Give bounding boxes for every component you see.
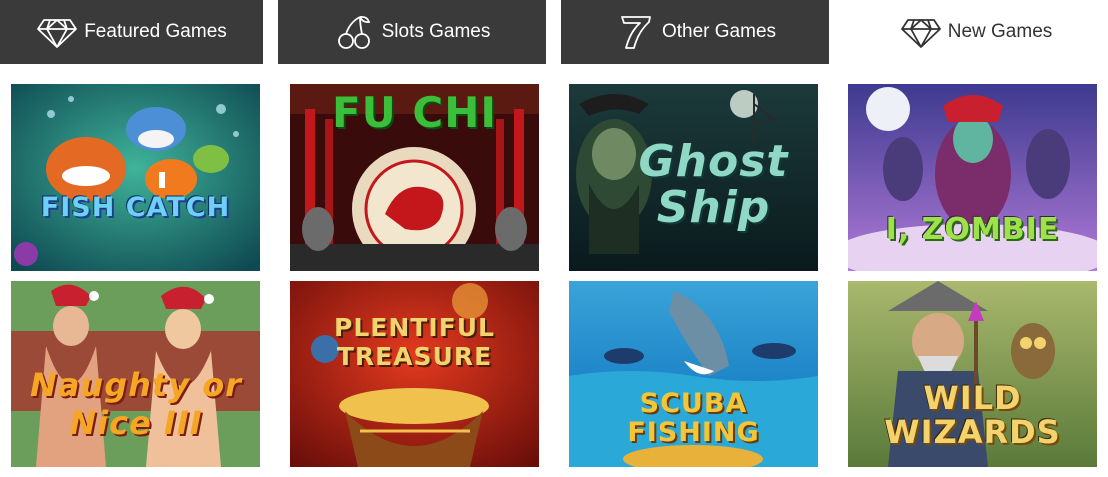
game-tile-plentiful-treasure[interactable]: PLENTIFUL TREASURE (290, 281, 539, 467)
tab-new-games[interactable]: New Games (844, 0, 1108, 64)
game-tile-naughty-or-nice[interactable]: Naughty or Nice III (11, 281, 260, 467)
cherries-icon (334, 12, 376, 52)
game-tile-fu-chi[interactable]: FU CHI (290, 84, 539, 271)
tab-label: Featured Games (84, 21, 227, 42)
seven-icon (614, 12, 656, 52)
tab-label: Other Games (661, 21, 777, 42)
tab-label: Slots Games (381, 21, 491, 42)
game-title: I, ZOMBIE (885, 212, 1060, 247)
game-thumbnail (290, 281, 539, 467)
game-title: WILD WIZARDS (884, 379, 1061, 451)
game-category-tabs: Featured Games Slots Games Other Games N… (0, 0, 1108, 64)
game-title: FISH CATCH (40, 192, 231, 223)
game-title: Naughty or Nice III (30, 366, 242, 442)
diamond-icon (900, 12, 942, 52)
game-title: PLENTIFUL TREASURE (334, 313, 495, 371)
game-title: Ghost Ship (638, 136, 789, 233)
game-tile-wild-wizards[interactable]: WILD WIZARDS (848, 281, 1097, 467)
game-title: SCUBA FISHING (627, 388, 760, 448)
tab-slots-games[interactable]: Slots Games (278, 0, 546, 64)
game-tile-scuba-fishing[interactable]: SCUBA FISHING (569, 281, 818, 467)
game-thumbnail (11, 84, 260, 271)
tab-other-games[interactable]: Other Games (561, 0, 829, 64)
game-title: FU CHI (331, 88, 498, 137)
game-tile-i-zombie[interactable]: I, ZOMBIE (848, 84, 1097, 271)
game-tile-fish-catch[interactable]: FISH CATCH (11, 84, 260, 271)
game-tile-ghost-ship[interactable]: Ghost Ship (569, 84, 818, 271)
tab-label: New Games (947, 21, 1053, 42)
diamond-icon (36, 12, 78, 52)
tab-featured-games[interactable]: Featured Games (0, 0, 263, 64)
